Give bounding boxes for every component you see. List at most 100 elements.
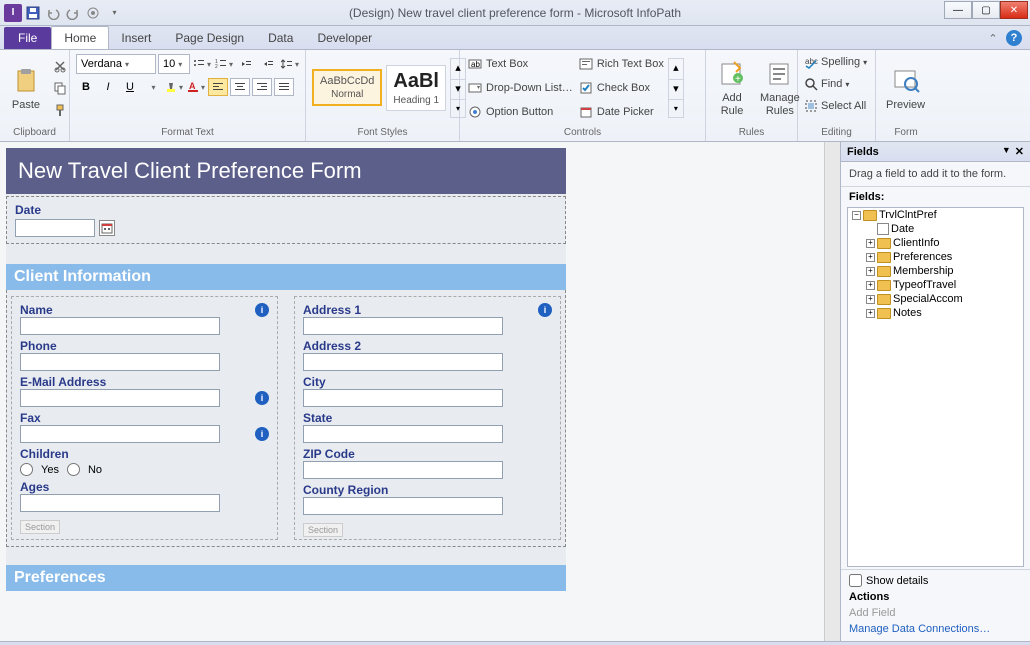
- cut-icon[interactable]: [50, 56, 70, 76]
- section-tag[interactable]: Section: [20, 520, 60, 534]
- date-section[interactable]: Date: [6, 196, 566, 244]
- manage-connections-link[interactable]: Manage Data Connections…: [849, 621, 1022, 637]
- tree-item-specialaccom[interactable]: +SpecialAccom: [848, 292, 1023, 306]
- client-info-right-col[interactable]: Address 1i Address 2 City State ZIP Code…: [294, 296, 561, 540]
- expand-icon[interactable]: +: [866, 281, 875, 290]
- align-center-icon[interactable]: [230, 78, 250, 96]
- address1-input[interactable]: [303, 317, 503, 335]
- decrease-indent-icon[interactable]: [236, 54, 256, 74]
- email-input[interactable]: [20, 389, 220, 407]
- paste-button[interactable]: Paste: [6, 63, 46, 113]
- tree-item-date[interactable]: Date: [848, 222, 1023, 236]
- app-icon[interactable]: I: [4, 4, 22, 22]
- ctrl-rich-text[interactable]: Rich Text Box: [577, 53, 666, 75]
- font-size-select[interactable]: 10: [158, 54, 190, 74]
- design-canvas[interactable]: New Travel Client Preference Form Date C…: [0, 142, 824, 641]
- section-tag[interactable]: Section: [303, 523, 343, 537]
- tab-insert[interactable]: Insert: [109, 27, 163, 49]
- file-tab[interactable]: File: [4, 27, 51, 49]
- info-icon[interactable]: i: [255, 391, 269, 405]
- form-title[interactable]: New Travel Client Preference Form: [6, 148, 566, 194]
- client-info-left-col[interactable]: Namei Phone E-Mail Addressi Faxi Childre…: [11, 296, 278, 540]
- minimize-ribbon-icon[interactable]: ⌃: [986, 31, 1000, 45]
- font-name-select[interactable]: Verdana: [76, 54, 156, 74]
- maximize-button[interactable]: ▢: [972, 1, 1000, 19]
- ctrl-check-box[interactable]: Check Box: [577, 77, 652, 99]
- style-heading1[interactable]: AaBl Heading 1: [386, 65, 446, 111]
- country-input[interactable]: [303, 497, 503, 515]
- qat-dropdown-icon[interactable]: [104, 4, 122, 22]
- underline-dd-icon[interactable]: [142, 77, 162, 97]
- tab-home[interactable]: Home: [51, 26, 109, 49]
- tree-item-notes[interactable]: +Notes: [848, 306, 1023, 320]
- preview-qat-icon[interactable]: [84, 4, 102, 22]
- vertical-scrollbar[interactable]: [824, 142, 840, 641]
- name-input[interactable]: [20, 317, 220, 335]
- pane-close-icon[interactable]: ✕: [1015, 145, 1024, 158]
- ctrl-text-box[interactable]: abText Box: [466, 53, 530, 75]
- info-icon[interactable]: i: [538, 303, 552, 317]
- underline-icon[interactable]: U: [120, 77, 140, 97]
- italic-icon[interactable]: I: [98, 77, 118, 97]
- children-yes-radio[interactable]: [20, 463, 33, 476]
- ctrl-drop-down[interactable]: Drop-Down List…: [466, 77, 575, 99]
- controls-gallery-nav[interactable]: ▴ ▾ ▾: [668, 58, 684, 118]
- expand-icon[interactable]: +: [866, 239, 875, 248]
- align-justify-icon[interactable]: [274, 78, 294, 96]
- manage-rules-button[interactable]: Manage Rules: [756, 56, 804, 118]
- numbering-icon[interactable]: 12: [214, 54, 234, 74]
- collapse-icon[interactable]: −: [852, 211, 861, 220]
- select-all-button[interactable]: Select All: [804, 96, 866, 116]
- find-button[interactable]: Find▾: [804, 74, 849, 94]
- children-no-radio[interactable]: [67, 463, 80, 476]
- city-input[interactable]: [303, 389, 503, 407]
- fields-tree[interactable]: −TrvlClntPref Date +ClientInfo +Preferen…: [847, 207, 1024, 567]
- tree-root[interactable]: −TrvlClntPref: [848, 208, 1023, 222]
- tab-page-design[interactable]: Page Design: [163, 27, 256, 49]
- line-spacing-icon[interactable]: [280, 54, 300, 74]
- client-info-header[interactable]: Client Information: [6, 264, 566, 290]
- fax-input[interactable]: [20, 425, 220, 443]
- tree-item-preferences[interactable]: +Preferences: [848, 250, 1023, 264]
- expand-icon[interactable]: +: [866, 309, 875, 318]
- add-rule-button[interactable]: + Add Rule: [712, 56, 752, 118]
- preferences-header[interactable]: Preferences: [6, 565, 566, 591]
- tree-item-membership[interactable]: +Membership: [848, 264, 1023, 278]
- calendar-icon[interactable]: [99, 220, 115, 236]
- align-left-icon[interactable]: [208, 78, 228, 96]
- expand-icon[interactable]: +: [866, 295, 875, 304]
- expand-icon[interactable]: +: [866, 267, 875, 276]
- spelling-button[interactable]: abcSpelling▾: [804, 52, 867, 72]
- align-right-icon[interactable]: [252, 78, 272, 96]
- ctrl-option-button[interactable]: Option Button: [466, 101, 555, 123]
- style-normal[interactable]: AaBbCcDd Normal: [312, 69, 382, 106]
- bold-icon[interactable]: B: [76, 77, 96, 97]
- font-color-icon[interactable]: A: [186, 77, 206, 97]
- copy-icon[interactable]: [50, 78, 70, 98]
- show-details-checkbox[interactable]: [849, 574, 862, 587]
- date-input[interactable]: [15, 219, 95, 237]
- ages-input[interactable]: [20, 494, 220, 512]
- zip-input[interactable]: [303, 461, 503, 479]
- info-icon[interactable]: i: [255, 303, 269, 317]
- tab-developer[interactable]: Developer: [305, 27, 384, 49]
- phone-input[interactable]: [20, 353, 220, 371]
- minimize-button[interactable]: —: [944, 1, 972, 19]
- info-icon[interactable]: i: [255, 427, 269, 441]
- bullets-icon[interactable]: [192, 54, 212, 74]
- undo-icon[interactable]: [44, 4, 62, 22]
- format-painter-icon[interactable]: [50, 100, 70, 120]
- highlight-icon[interactable]: [164, 77, 184, 97]
- preview-button[interactable]: Preview: [882, 63, 929, 113]
- increase-indent-icon[interactable]: [258, 54, 278, 74]
- pane-dropdown-icon[interactable]: ▼: [1002, 145, 1011, 158]
- save-icon[interactable]: [24, 4, 42, 22]
- help-icon[interactable]: ?: [1006, 30, 1022, 46]
- tree-item-clientinfo[interactable]: +ClientInfo: [848, 236, 1023, 250]
- expand-icon[interactable]: +: [866, 253, 875, 262]
- tab-data[interactable]: Data: [256, 27, 305, 49]
- ctrl-date-picker[interactable]: Date Picker: [577, 101, 656, 123]
- address2-input[interactable]: [303, 353, 503, 371]
- state-input[interactable]: [303, 425, 503, 443]
- client-info-section[interactable]: Namei Phone E-Mail Addressi Faxi Childre…: [6, 290, 566, 547]
